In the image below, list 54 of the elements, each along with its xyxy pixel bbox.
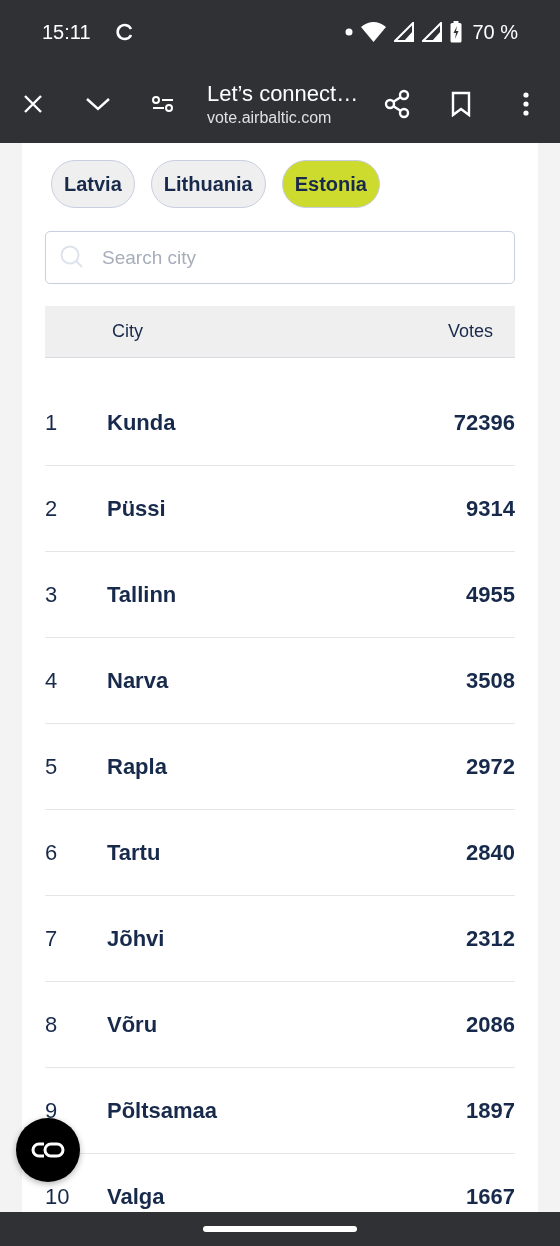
vote-count: 2086 [466,1011,515,1038]
page-title: Let’s connect… [206,80,360,107]
city-name: Tartu [107,839,162,866]
battery-icon [450,21,463,43]
rank-number: 8 [45,1011,59,1038]
rank-number: 7 [45,925,59,952]
city-name: Tallinn [107,581,178,608]
country-tab[interactable]: Estonia [281,160,380,208]
city-name: Rapla [107,753,168,780]
vote-count: 4955 [466,581,515,608]
city-name: Võru [107,1011,159,1038]
city-name: Narva [107,667,170,694]
country-tab[interactable]: Latvia [51,160,135,208]
page-url: vote.airbaltic.com [206,108,333,127]
rank-number: 9 [45,1097,59,1124]
vote-count: 1667 [466,1183,515,1210]
rank-number: 5 [45,753,59,780]
wifi-icon [361,22,387,42]
battery-percent: 70 % [472,20,518,44]
sync-icon [114,22,135,42]
rank-number: 10 [45,1183,71,1210]
column-header: Votes [447,321,493,342]
rank-number: 4 [45,667,59,694]
vote-count: 2840 [466,839,515,866]
city-name: Jõhvi [107,925,166,952]
city-name: Püssi [107,495,167,522]
rank-number: 6 [45,839,59,866]
vote-count: 1897 [466,1097,515,1124]
home-handle[interactable] [203,1226,357,1232]
close-icon [23,93,44,114]
dot-icon [345,28,354,36]
vote-count: 9314 [466,495,515,522]
chevron-down-icon [85,95,112,112]
city-name: Põltsamaa [107,1097,219,1124]
city-name: Kunda [107,409,177,436]
status-time: 15:11 [42,20,91,44]
rank-number: 1 [45,409,59,436]
signal-icon [394,22,415,42]
more-icon [522,91,531,116]
sliders-icon [151,93,176,114]
share-icon [382,88,411,119]
link-icon [30,1140,66,1160]
vote-count: 2312 [466,925,515,952]
rank-number: 2 [45,495,59,522]
bookmark-icon [450,90,473,117]
rank-number: 3 [45,581,59,608]
column-header: City [112,321,144,342]
vote-count: 3508 [466,667,515,694]
country-tab[interactable]: Lithuania [150,160,266,208]
vote-count: 2972 [466,753,515,780]
city-name: Valga [107,1183,166,1210]
signal-icon [422,22,443,42]
search-field[interactable]: Search city [45,231,515,284]
vote-count: 72396 [453,409,515,436]
